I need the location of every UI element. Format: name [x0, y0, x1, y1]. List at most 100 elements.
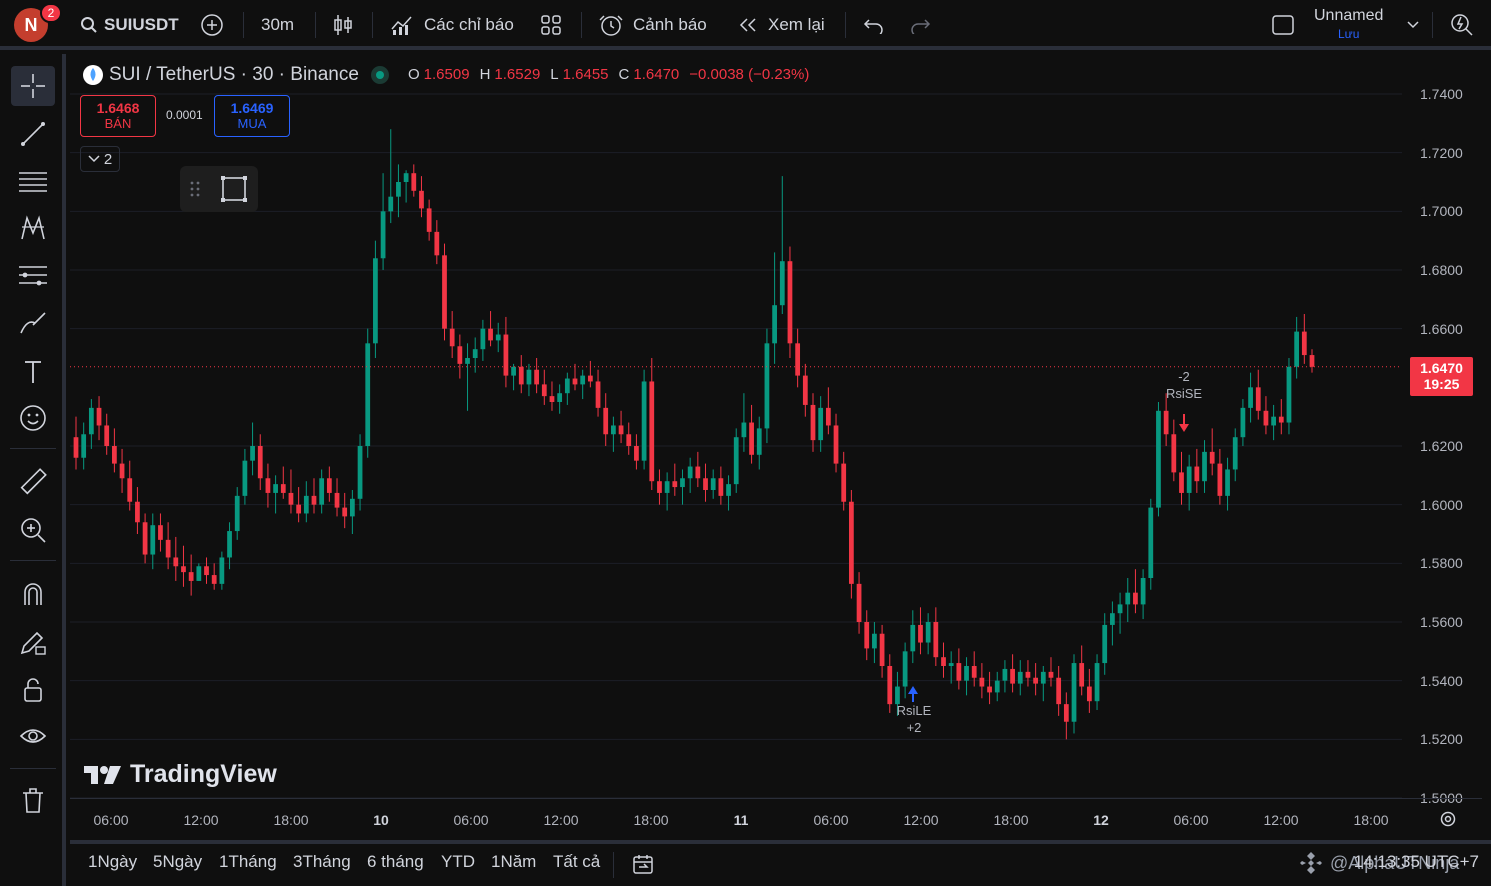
candle-body	[1263, 410, 1269, 426]
range-1y[interactable]: 1Năm	[491, 852, 536, 872]
candle-body	[396, 182, 401, 197]
compare-symbol-button[interactable]	[200, 0, 224, 50]
crosshair-tool[interactable]	[11, 66, 55, 106]
layout-save-button[interactable]: Unnamed Lưu	[1314, 0, 1383, 50]
candlestick-chart[interactable]	[70, 54, 1482, 798]
candle-body	[948, 663, 954, 666]
candle-body	[81, 434, 87, 458]
range-1m[interactable]: 1Tháng	[219, 852, 277, 872]
long-signal-arrow	[908, 686, 918, 702]
candle-body	[1102, 624, 1108, 664]
range-6m[interactable]: 6 tháng	[367, 852, 424, 872]
lock-all-drawings-button[interactable]	[11, 670, 55, 710]
range-5d[interactable]: 5Ngày	[153, 852, 202, 872]
candle	[948, 651, 954, 684]
candle-body	[1179, 472, 1184, 493]
goto-date-icon[interactable]	[631, 852, 655, 876]
remove-drawings-button[interactable]	[11, 780, 55, 820]
candle-body	[511, 366, 516, 376]
candle	[810, 393, 816, 452]
candle	[88, 399, 94, 449]
indicators-button[interactable]: Các chỉ báo	[390, 0, 514, 50]
forecast-tool[interactable]	[11, 256, 55, 296]
candle	[1086, 668, 1092, 713]
candle	[1063, 692, 1069, 740]
candle-body	[526, 369, 532, 385]
candle	[311, 478, 317, 514]
pattern-tool[interactable]	[11, 208, 55, 248]
candle-body	[119, 463, 125, 479]
candle-body	[810, 404, 816, 441]
price-axis[interactable]: 1.7400 1.7200 1.7000 1.6800 1.6600 1.6200 1.60…	[1402, 54, 1482, 806]
lock-drawing-mode-button[interactable]	[11, 622, 55, 662]
symbol-legend[interactable]: SUI / TetherUS · 30 · Binance	[82, 64, 389, 86]
candle	[219, 551, 225, 590]
range-ytd[interactable]: YTD	[441, 852, 475, 872]
brush-tool[interactable]	[11, 304, 55, 344]
sell-button[interactable]: 1.6468 BÁN	[80, 95, 156, 137]
buy-button[interactable]: 1.6469 MUA	[214, 95, 290, 137]
smiley-icon	[20, 405, 46, 431]
candle	[1248, 372, 1253, 423]
candle-body	[296, 504, 302, 514]
candle	[1263, 396, 1269, 435]
candle-body	[1086, 686, 1092, 702]
settings-gear-icon[interactable]	[1438, 809, 1458, 829]
price-tick-label: 1.6600	[1420, 320, 1463, 337]
text-tool[interactable]	[11, 352, 55, 392]
trend-line-tool[interactable]	[11, 114, 55, 154]
symbol-title: SUI / TetherUS · 30 · Binance	[109, 64, 359, 85]
candle-body	[864, 622, 870, 649]
alerts-button[interactable]: Cảnh báo	[598, 0, 707, 50]
replay-button[interactable]: Xem lại	[737, 0, 825, 50]
icon-tool[interactable]	[11, 398, 55, 438]
candle-body	[657, 481, 662, 493]
measure-tool[interactable]	[11, 462, 55, 502]
range-1d[interactable]: 1Ngày	[88, 852, 137, 872]
time-axis[interactable]: 06:00 12:00 18:00 10 06:00 12:00 18:00 11 06:00 1…	[70, 798, 1482, 836]
candle	[204, 557, 209, 584]
candle-body	[280, 484, 286, 493]
zoom-in-tool[interactable]	[11, 510, 55, 550]
candle-body	[449, 328, 455, 347]
rectangle-select-icon[interactable]	[219, 174, 249, 204]
candle	[1271, 404, 1276, 441]
crosshair-icon	[21, 74, 45, 98]
candle	[580, 369, 586, 400]
candle-body	[703, 478, 708, 490]
candle	[687, 457, 693, 493]
toolbar-divider	[243, 12, 244, 38]
candle-body	[549, 396, 555, 402]
hide-drawings-button[interactable]	[11, 716, 55, 756]
symbol-search-button[interactable]: SUIUSDT	[80, 0, 179, 50]
layout-menu-button[interactable]	[1406, 0, 1420, 50]
fib-retracement-tool[interactable]	[11, 162, 55, 202]
undo-button[interactable]	[863, 0, 885, 50]
candle-body	[941, 657, 946, 666]
candle-body	[587, 375, 593, 382]
interval-button[interactable]: 30m	[261, 0, 294, 50]
chart-pane[interactable]: SUI / TetherUS · 30 · Binance O 1.6509 H1…	[70, 54, 1482, 836]
utc-clock[interactable]: 14:13:35 UTC+7	[1354, 852, 1479, 872]
candle	[449, 311, 455, 358]
magnet-mode-button[interactable]	[11, 574, 55, 614]
layouts-button[interactable]	[540, 0, 562, 50]
range-3m[interactable]: 3Tháng	[293, 852, 351, 872]
candle	[1094, 654, 1100, 710]
quick-search-button[interactable]	[1450, 0, 1474, 50]
candle	[1117, 592, 1123, 634]
collapse-indicators-button[interactable]: 2	[80, 146, 120, 172]
candle-body	[833, 425, 839, 464]
top-toolbar: N 2 SUIUSDT 30m Các chỉ báo Cảnh báo Xem…	[0, 0, 1491, 50]
candle	[787, 246, 793, 358]
candle-body	[227, 531, 232, 558]
candle	[833, 413, 839, 473]
chart-type-button[interactable]	[332, 0, 354, 50]
candle-body	[242, 460, 248, 496]
drag-handle-icon[interactable]	[190, 180, 200, 198]
candle	[265, 463, 271, 508]
fullscreen-toggle[interactable]	[1271, 0, 1295, 50]
redo-button[interactable]	[909, 0, 931, 50]
range-all[interactable]: Tất cả	[553, 852, 600, 872]
candle	[465, 343, 470, 411]
